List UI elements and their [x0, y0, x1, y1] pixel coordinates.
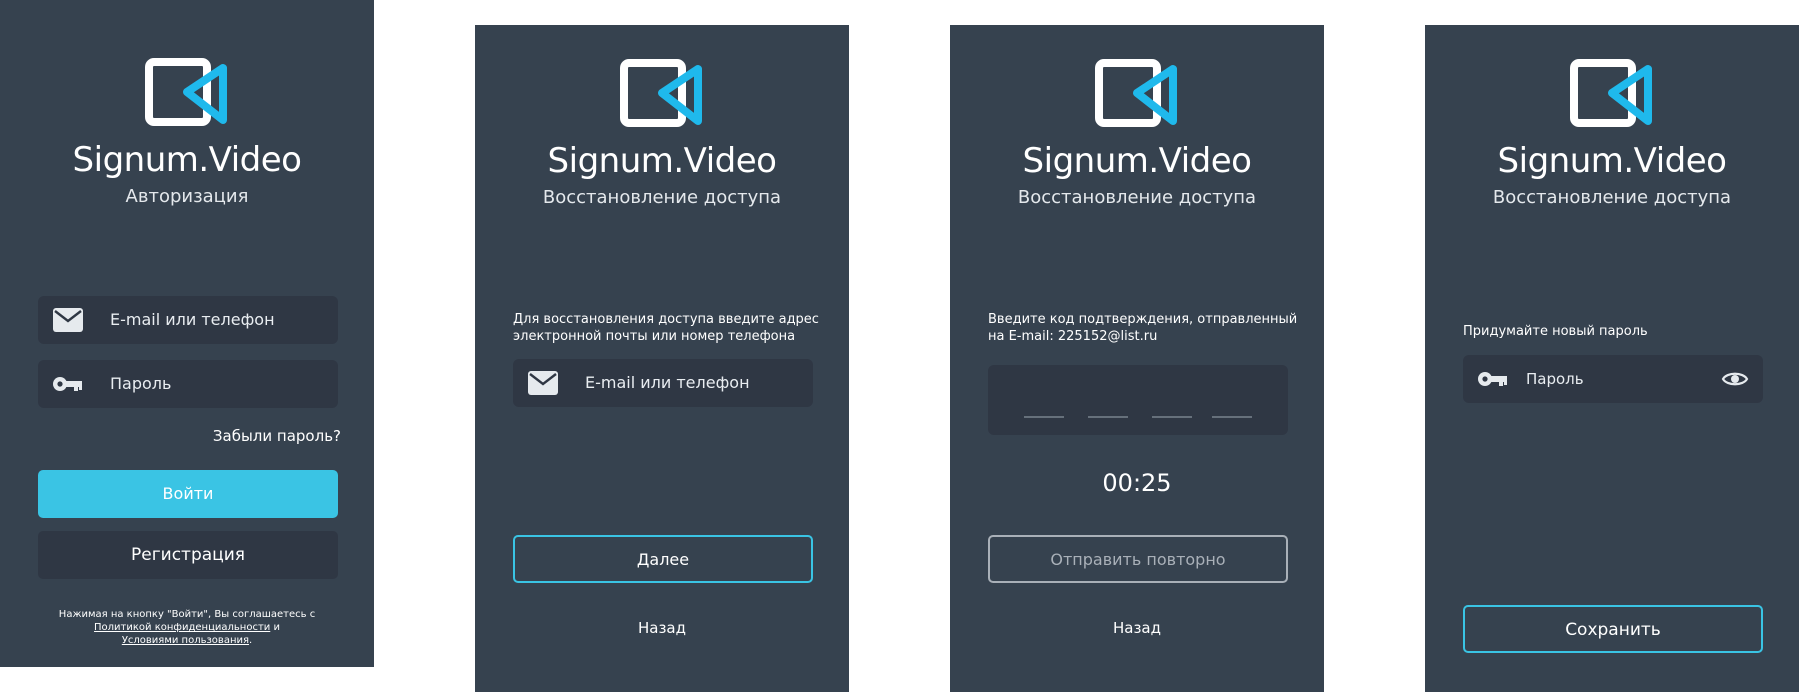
play-frame-logo-icon	[145, 58, 229, 126]
code-digit-4	[1212, 416, 1252, 418]
legal-text: Нажимая на кнопку "Войти", Вы соглашаете…	[58, 609, 316, 620]
key-icon	[1477, 365, 1509, 393]
legal-and: и	[273, 622, 280, 633]
resend-timer: 00:25	[1102, 469, 1172, 497]
recovery-subtitle: Восстановление доступа	[542, 187, 782, 208]
legal-notice: Нажимая на кнопку "Войти", Вы соглашаете…	[0, 608, 374, 647]
login-placeholder: E-mail или телефон	[110, 310, 275, 329]
brand-title: Signum.Video	[547, 141, 777, 181]
verify-instruction: Введите код подтверждения, отправленный …	[988, 312, 1298, 344]
new-password-field[interactable]: Пароль	[1463, 355, 1763, 403]
save-button[interactable]: Сохранить	[1463, 605, 1763, 653]
terms-of-use-link[interactable]: Условиями пользования	[122, 635, 249, 646]
new-password-screen: Signum.Video Восстановление доступа Прид…	[1425, 25, 1799, 692]
password-placeholder: Пароль	[1526, 370, 1584, 388]
brand-title: Signum.Video	[1497, 141, 1727, 181]
code-digit-1	[1024, 416, 1064, 418]
brand-title: Signum.Video	[72, 140, 302, 180]
login-field[interactable]: E-mail или телефон	[38, 296, 338, 344]
brand-title: Signum.Video	[1022, 141, 1252, 181]
login-screen: Signum.Video Авторизация E-mail или теле…	[0, 0, 374, 667]
code-digit-3	[1152, 416, 1192, 418]
new-password-instruction: Придумайте новый пароль	[1463, 324, 1648, 339]
privacy-policy-link[interactable]: Политикой конфиденциальности	[94, 622, 270, 633]
envelope-icon	[527, 369, 559, 397]
login-subtitle: Авторизация	[125, 186, 249, 207]
recovery-login-field[interactable]: E-mail или телефон	[513, 359, 813, 407]
key-icon	[52, 370, 84, 398]
register-button[interactable]: Регистрация	[38, 531, 338, 579]
new-password-subtitle: Восстановление доступа	[1492, 187, 1732, 208]
play-frame-logo-icon	[1570, 59, 1654, 127]
resend-button[interactable]: Отправить повторно	[988, 535, 1288, 583]
password-placeholder: Пароль	[110, 374, 172, 393]
password-field[interactable]: Пароль	[38, 360, 338, 408]
play-frame-logo-icon	[620, 59, 704, 127]
play-frame-logo-icon	[1095, 59, 1179, 127]
verify-screen: Signum.Video Восстановление доступа Введ…	[950, 25, 1324, 692]
verify-subtitle: Восстановление доступа	[1017, 187, 1257, 208]
back-link[interactable]: Назад	[950, 619, 1324, 637]
recovery-screen: Signum.Video Восстановление доступа Для …	[475, 25, 849, 692]
forgot-password-link[interactable]: Забыли пароль?	[213, 427, 341, 445]
login-button[interactable]: Войти	[38, 470, 338, 518]
legal-period: .	[249, 635, 253, 646]
code-input[interactable]	[988, 365, 1288, 435]
code-digit-2	[1088, 416, 1128, 418]
recovery-instruction: Для восстановления доступа введите адрес…	[513, 312, 819, 344]
login-placeholder: E-mail или телефон	[585, 373, 750, 392]
eye-icon[interactable]	[1721, 367, 1749, 391]
next-button[interactable]: Далее	[513, 535, 813, 583]
envelope-icon	[52, 306, 84, 334]
back-link[interactable]: Назад	[475, 619, 849, 637]
